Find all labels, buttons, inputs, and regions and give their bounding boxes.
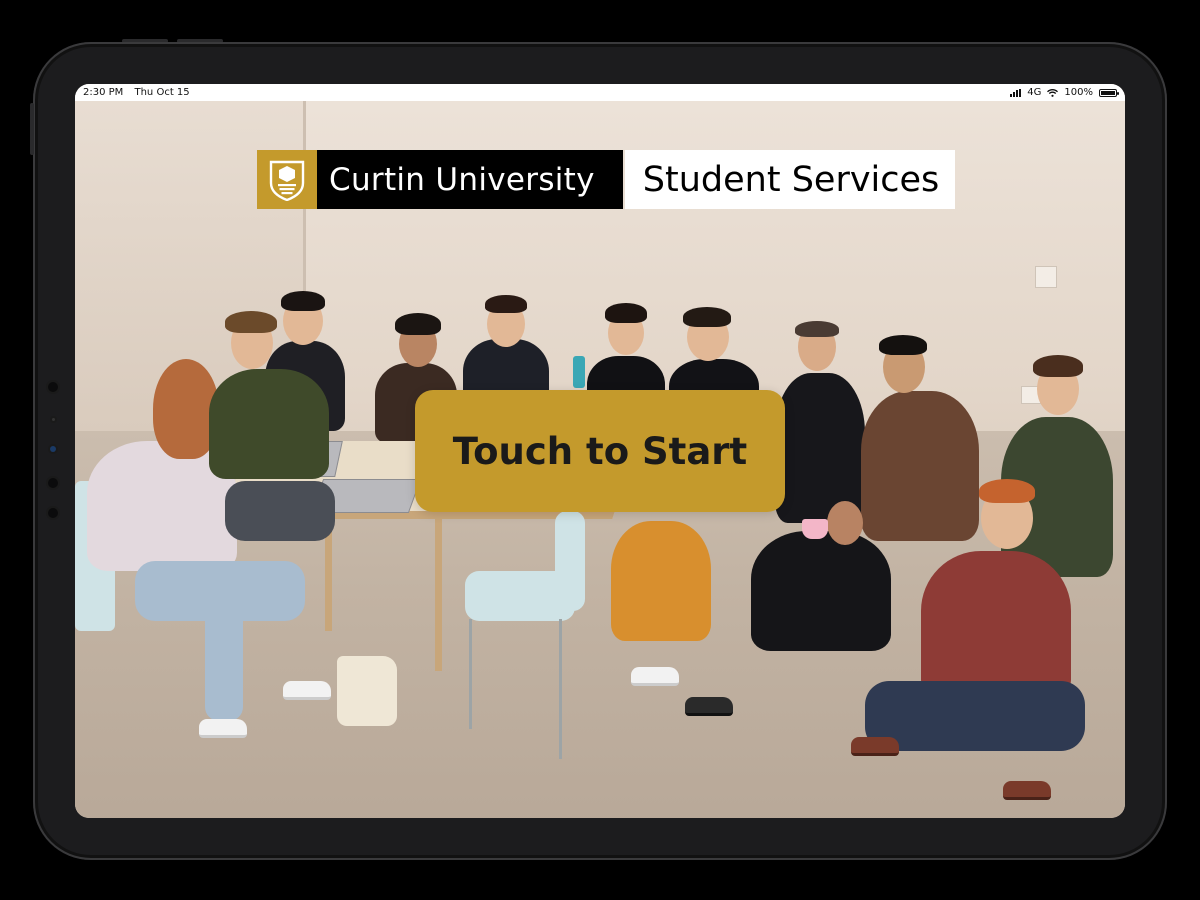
person-legs xyxy=(225,481,335,541)
boot xyxy=(851,737,899,756)
status-right: 4G 100% xyxy=(1010,87,1119,98)
status-time: 2:30 PM xyxy=(83,87,124,98)
sneaker xyxy=(685,697,733,716)
person xyxy=(209,369,329,479)
cellular-signal-icon xyxy=(1010,88,1022,97)
person xyxy=(921,551,1071,701)
person-hair xyxy=(683,307,731,327)
person-hair xyxy=(605,303,647,323)
person-legs xyxy=(205,581,243,721)
wifi-icon xyxy=(1047,88,1059,97)
sneaker xyxy=(283,681,331,700)
sneaker xyxy=(199,719,247,738)
sensor-dot xyxy=(52,418,55,421)
person-hair xyxy=(979,479,1035,503)
touch-to-start-button[interactable]: Touch to Start xyxy=(415,390,785,512)
header-banner: Curtin University Student Services xyxy=(257,150,956,209)
battery-percent: 100% xyxy=(1064,87,1093,98)
person-hair xyxy=(485,295,527,313)
person-hair xyxy=(395,313,441,335)
service-title: Student Services xyxy=(642,159,940,200)
drink-cup xyxy=(802,519,828,539)
sneaker xyxy=(631,667,679,686)
network-type: 4G xyxy=(1027,87,1042,98)
person xyxy=(751,531,891,651)
tote-bag xyxy=(337,656,397,726)
person-hair xyxy=(879,335,927,355)
curtin-crest-icon xyxy=(269,160,305,201)
person-hair xyxy=(1033,355,1083,377)
water-bottle xyxy=(573,356,585,388)
person xyxy=(861,391,979,541)
sensor-dot xyxy=(48,478,58,488)
person xyxy=(611,521,711,641)
person-hair xyxy=(225,311,277,333)
chair-leg xyxy=(559,619,562,759)
person-cap xyxy=(795,321,839,337)
logo xyxy=(257,150,317,209)
battery-icon xyxy=(1099,88,1119,97)
person-legs xyxy=(865,681,1085,751)
university-name: Curtin University xyxy=(329,161,595,198)
person xyxy=(775,373,865,523)
boot xyxy=(1003,781,1051,800)
sensor-dot xyxy=(48,382,58,392)
light-switch xyxy=(1035,266,1057,288)
camera-lens xyxy=(50,446,56,452)
table-leg xyxy=(435,511,442,671)
person-head xyxy=(827,501,863,545)
tablet-screen: 2:30 PM Thu Oct 15 4G 100% Curtin Univer… xyxy=(75,84,1125,818)
sensor-dot xyxy=(48,508,58,518)
power-button xyxy=(30,103,34,155)
status-left: 2:30 PM Thu Oct 15 xyxy=(83,87,198,98)
start-button-label: Touch to Start xyxy=(452,429,748,473)
chair xyxy=(555,511,585,611)
chair-leg xyxy=(469,619,472,729)
service-name-block: Student Services xyxy=(624,150,956,209)
status-bar: 2:30 PM Thu Oct 15 4G 100% xyxy=(75,84,1125,101)
university-name-block: Curtin University xyxy=(317,150,623,209)
status-date: Thu Oct 15 xyxy=(134,87,190,98)
person-hair xyxy=(281,291,325,311)
